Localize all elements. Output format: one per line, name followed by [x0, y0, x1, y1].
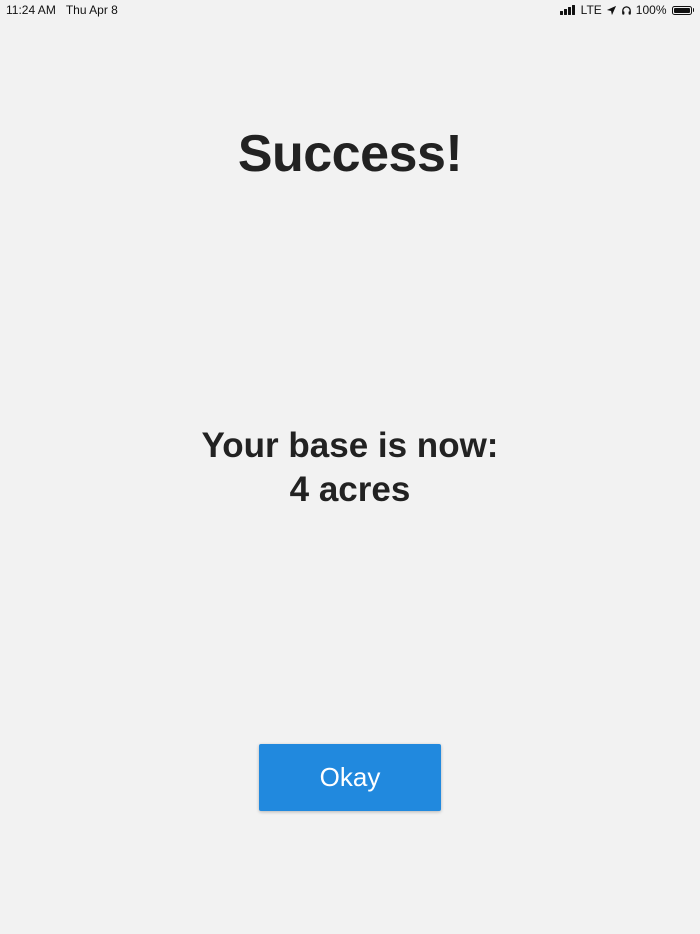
status-time: 11:24 AM — [6, 3, 56, 17]
status-right: LTE 100% — [559, 3, 694, 17]
result-message: Your base is now: 4 acres — [0, 424, 700, 512]
status-left: 11:24 AM Thu Apr 8 — [6, 3, 118, 17]
network-label: LTE — [580, 3, 602, 17]
status-date: Thu Apr 8 — [65, 3, 118, 17]
battery-icon — [671, 5, 694, 15]
success-title: Success! — [237, 125, 463, 183]
location-arrow-icon — [606, 5, 616, 15]
message-line-base: Your base is now: — [201, 426, 499, 465]
headphones-icon — [621, 5, 631, 15]
message-line-acres: 4 acres — [289, 470, 411, 509]
battery-percent: 100% — [635, 3, 667, 17]
signal-icon — [559, 5, 575, 15]
status-bar: 11:24 AM Thu Apr 8 LTE 100% — [0, 0, 700, 20]
okay-button[interactable]: Okay — [259, 744, 441, 811]
